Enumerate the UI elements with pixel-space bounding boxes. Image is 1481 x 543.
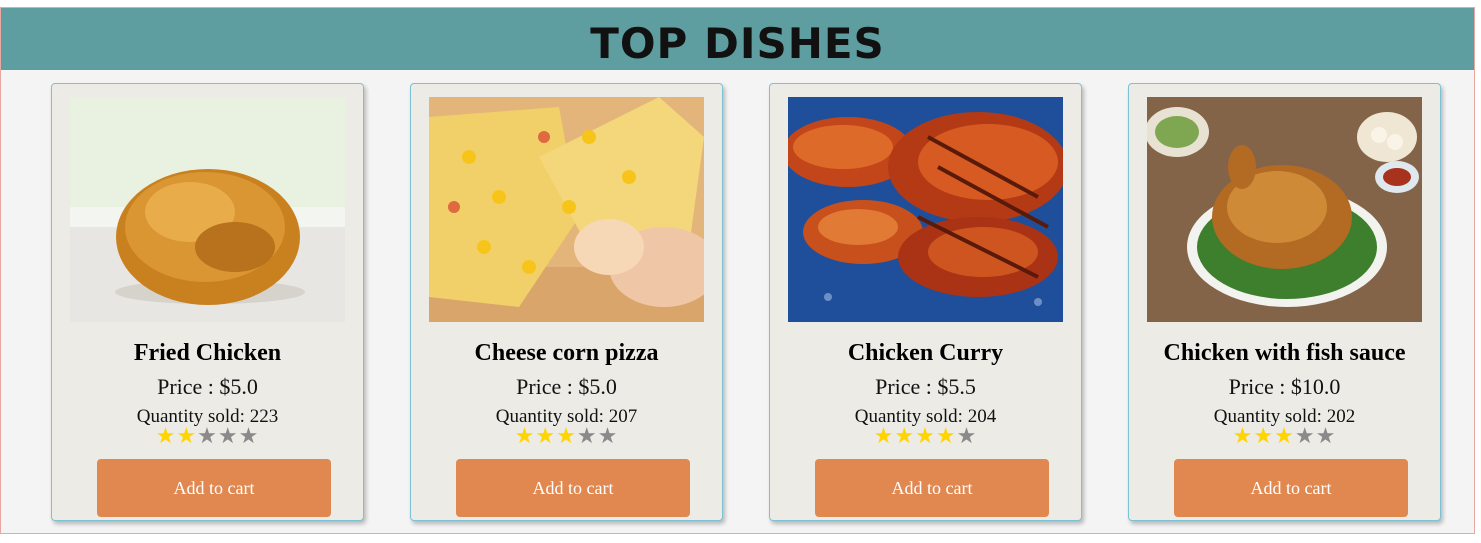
- star-empty-icon: ★: [576, 424, 598, 449]
- star-filled-icon: ★: [894, 424, 916, 449]
- star-empty-icon: ★: [1315, 424, 1337, 449]
- dish-name: Cheese corn pizza: [474, 340, 659, 366]
- section-header: TOP DISHES: [1, 8, 1474, 70]
- pizza-image: [429, 97, 704, 322]
- star-filled-icon: ★: [1274, 424, 1295, 449]
- star-filled-icon: ★: [535, 424, 557, 449]
- star-filled-icon: ★: [1232, 424, 1254, 449]
- star-filled-icon: ★: [176, 424, 198, 449]
- add-to-cart-button[interactable]: Add to cart: [456, 459, 690, 517]
- dish-name: Fried Chicken: [133, 340, 282, 366]
- dish-card: Chicken Curry Price : $5.5 Quantity sold…: [769, 83, 1082, 521]
- star-filled-icon: ★: [155, 424, 177, 449]
- star-empty-icon: ★: [238, 424, 260, 449]
- dish-price: Price : $5.0: [157, 374, 258, 399]
- dish-card: Cheese corn pizza Price : $5.0 Quantity …: [410, 83, 723, 521]
- star-empty-icon: ★: [1294, 424, 1316, 449]
- rating-stars: ★★★★★: [411, 424, 722, 449]
- rating-stars: ★★★★★: [770, 424, 1081, 449]
- star-filled-icon: ★: [935, 424, 957, 449]
- rating-stars: ★★★★★: [1129, 424, 1440, 449]
- dish-price: Price : $5.0: [516, 374, 617, 399]
- star-empty-icon: ★: [197, 424, 218, 449]
- add-to-cart-button[interactable]: Add to cart: [97, 459, 331, 517]
- star-empty-icon: ★: [217, 424, 239, 449]
- dish-price: Price : $10.0: [1228, 374, 1341, 399]
- grilled-chicken-image: [788, 97, 1063, 322]
- rating-stars: ★★★★★: [52, 424, 363, 449]
- star-filled-icon: ★: [873, 424, 895, 449]
- star-empty-icon: ★: [956, 424, 978, 449]
- star-empty-icon: ★: [597, 424, 619, 449]
- top-dishes-section: TOP DISHES Fried Chicken Price : $5.0 Qu…: [0, 7, 1475, 534]
- dish-card: Fried Chicken Price : $5.0 Quantity sold…: [51, 83, 364, 521]
- fried-chicken-image: [70, 97, 345, 322]
- dish-name: Chicken with fish sauce: [1163, 340, 1406, 366]
- star-filled-icon: ★: [556, 424, 577, 449]
- star-filled-icon: ★: [514, 424, 536, 449]
- section-title: TOP DISHES: [590, 19, 885, 68]
- roast-chicken-image: [1147, 97, 1422, 322]
- star-filled-icon: ★: [1253, 424, 1275, 449]
- dish-price: Price : $5.5: [875, 374, 976, 399]
- star-filled-icon: ★: [915, 424, 936, 449]
- add-to-cart-button[interactable]: Add to cart: [1174, 459, 1408, 517]
- add-to-cart-button[interactable]: Add to cart: [815, 459, 1049, 517]
- dish-card: Chicken with fish sauce Price : $10.0 Qu…: [1128, 83, 1441, 521]
- dish-name: Chicken Curry: [847, 340, 1004, 366]
